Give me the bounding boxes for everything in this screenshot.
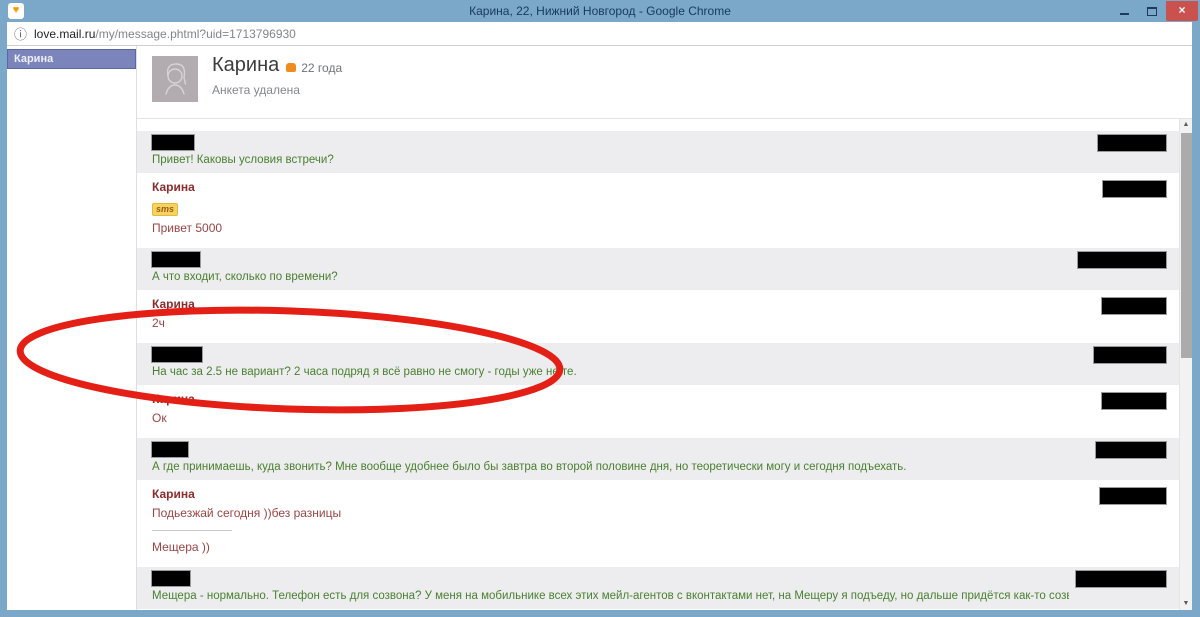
redacted-name	[152, 252, 200, 267]
sender-name[interactable]: Карина	[152, 180, 1069, 194]
redacted-timestamp	[1100, 488, 1166, 504]
sms-badge: sms	[152, 203, 179, 216]
message-texts: А что входит, сколько по времени?	[152, 270, 1069, 285]
redacted-timestamp	[1078, 252, 1166, 268]
page-info-icon[interactable]: ⓘ	[14, 24, 27, 43]
sidebar-item-karina[interactable]: Карина	[7, 49, 136, 69]
profile-name: Карина	[212, 54, 280, 76]
message-text: Привет! Каковы условия встречи?	[152, 154, 334, 166]
url-domain: love.mail.ru	[34, 26, 96, 41]
message-row[interactable]: А где принимаешь, куда звонить? Мне вооб…	[137, 438, 1179, 480]
minimize-button[interactable]	[1110, 1, 1138, 21]
chat-panel: Карина 22 года Анкета удалена Привет! Ка…	[137, 46, 1192, 610]
message-texts: Привет! Каковы условия встречи?	[152, 153, 1069, 168]
message-list[interactable]: Привет! Каковы условия встречи? Карина s…	[137, 119, 1179, 610]
message-row[interactable]: Карина Подьезжай сегодня ))без разницы Ме…	[137, 480, 1179, 567]
maximize-icon	[1147, 6, 1157, 16]
window-title: Карина, 22, Нижний Новгород - Google Chr…	[469, 4, 731, 18]
message-text: Мещера - нормально. Телефон есть для соз…	[152, 590, 1069, 602]
message-row[interactable]: Мещера - нормально. Телефон есть для соз…	[137, 567, 1179, 609]
sender-name[interactable]: Карина	[152, 297, 1069, 311]
scroll-up-icon[interactable]: ▲	[1180, 119, 1192, 131]
redacted-name	[152, 135, 194, 150]
title-bar[interactable]: ♥ Карина, 22, Нижний Новгород - Google C…	[0, 0, 1200, 22]
url-text[interactable]: love.mail.ru/my/message.phtml?uid=171379…	[34, 27, 296, 41]
message-row[interactable]: Карина 2ч	[137, 290, 1179, 343]
message-text: Ок	[152, 411, 167, 425]
redacted-timestamp	[1102, 393, 1166, 409]
message-texts: 2ч	[152, 316, 1069, 331]
message-row[interactable]: Карина sms Привет 5000	[137, 173, 1179, 248]
redacted-timestamp	[1102, 298, 1166, 314]
message-row[interactable]: А что входит, сколько по времени?	[137, 248, 1179, 290]
woman-silhouette-icon	[165, 63, 187, 95]
sender-name[interactable]: Карина	[152, 392, 1069, 406]
message-text: Привет 5000	[152, 221, 223, 235]
url-path: /my/message.phtml?uid=1713796930	[95, 26, 296, 41]
scroll-thumb[interactable]	[1181, 133, 1192, 358]
message-row[interactable]: Карина Ок	[137, 385, 1179, 438]
message-row[interactable]: Карина 89990797989	[137, 609, 1179, 610]
message-texts: Подьезжай сегодня ))без разницы Мещера ))	[152, 506, 1069, 555]
message-text: А что входит, сколько по времени?	[152, 271, 338, 283]
message-row[interactable]: На час за 2.5 не вариант? 2 часа подряд …	[137, 343, 1179, 385]
address-bar[interactable]: ⓘ love.mail.ru/my/message.phtml?uid=1713…	[7, 22, 1192, 46]
zodiac-icon	[286, 63, 297, 72]
message-texts: Мещера - нормально. Телефон есть для соз…	[152, 589, 1069, 604]
profile-status: Анкета удалена	[212, 83, 300, 97]
message-text: Подьезжай сегодня ))без разницы	[152, 506, 342, 520]
sender-name[interactable]: Карина	[152, 487, 1069, 501]
redacted-timestamp	[1096, 442, 1166, 458]
message-divider	[152, 530, 232, 531]
minimize-icon	[1119, 13, 1129, 15]
message-texts: На час за 2.5 не вариант? 2 часа подряд …	[152, 365, 1069, 380]
redacted-name	[152, 442, 188, 457]
message-row[interactable]: Привет! Каковы условия встречи?	[137, 131, 1179, 173]
message-texts: Привет 5000	[152, 221, 1069, 236]
browser-window: ♥ Карина, 22, Нижний Новгород - Google C…	[0, 0, 1200, 617]
redacted-timestamp	[1076, 571, 1166, 587]
scroll-down-icon[interactable]: ▼	[1180, 598, 1192, 610]
message-texts: Ок	[152, 411, 1069, 426]
scrollbar[interactable]: ▲ ▼	[1179, 119, 1192, 610]
message-text: А где принимаешь, куда звонить? Мне вооб…	[152, 461, 907, 473]
message-texts: А где принимаешь, куда звонить? Мне вооб…	[152, 460, 1069, 475]
redacted-timestamp	[1098, 135, 1166, 151]
redacted-timestamp	[1103, 181, 1166, 197]
profile-age: 22 года	[301, 61, 343, 75]
message-text: Мещера ))	[152, 540, 210, 554]
message-text: На час за 2.5 не вариант? 2 часа подряд …	[152, 366, 577, 378]
profile-header: Карина 22 года Анкета удалена	[137, 46, 1192, 119]
redacted-timestamp	[1094, 347, 1166, 363]
avatar[interactable]	[152, 56, 198, 102]
close-button[interactable]: ×	[1166, 1, 1198, 21]
message-text: 2ч	[152, 316, 165, 330]
redacted-name	[152, 347, 202, 362]
contacts-sidebar: Карина	[7, 46, 137, 610]
maximize-button[interactable]	[1138, 1, 1166, 21]
redacted-name	[152, 571, 190, 586]
